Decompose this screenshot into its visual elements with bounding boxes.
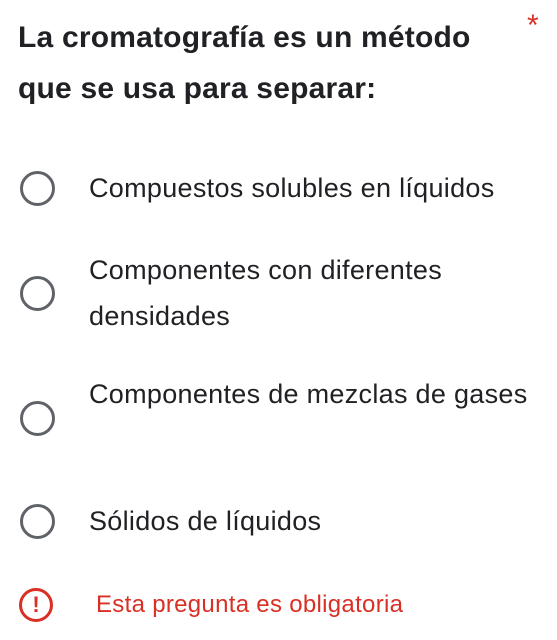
radio-unchecked-icon[interactable] — [20, 276, 55, 311]
radio-unchecked-icon[interactable] — [20, 401, 55, 436]
option-label: Compuestos solubles en líquidos — [89, 173, 495, 203]
error-message: Esta pregunta es obligatoria — [96, 591, 404, 618]
option-label: Componentes de mezclas de gases — [89, 379, 528, 409]
validation-error: ! Esta pregunta es obligatoria — [0, 586, 557, 626]
error-exclamation-icon: ! — [19, 588, 53, 622]
option-diferentes-densidades[interactable]: Componentes con diferentes densidades — [0, 247, 557, 339]
option-solidos-liquidos[interactable]: Sólidos de líquidos — [0, 498, 557, 544]
option-label: Sólidos de líquidos — [89, 506, 322, 536]
question-title: La cromatografía es un método que se usa… — [18, 21, 471, 105]
option-mezclas-gases[interactable]: Componentes de mezclas de gases — [0, 371, 557, 463]
option-label: Componentes con diferentes densidades — [89, 255, 443, 331]
required-star: * — [527, 9, 539, 42]
radio-unchecked-icon[interactable] — [20, 504, 55, 539]
question-card: La cromatografía es un método que se usa… — [0, 0, 557, 640]
radio-unchecked-icon[interactable] — [20, 171, 55, 206]
option-compuestos-solubles[interactable]: Compuestos solubles en líquidos — [0, 165, 557, 211]
